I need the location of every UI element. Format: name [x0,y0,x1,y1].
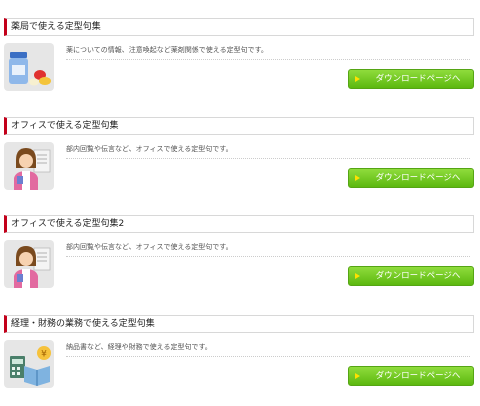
download-page-button[interactable]: ダウンロードページへ [348,69,474,89]
section-title[interactable]: オフィスで使える定型句集2 [4,215,474,233]
section-description: 納品書など、経理や財務で使える定型句です。 [66,342,470,357]
button-label: ダウンロードページへ [375,173,461,183]
section-title[interactable]: 薬局で使える定型句集 [4,18,474,36]
button-label: ダウンロードページへ [375,371,461,381]
accounting-book-icon: ¥ [4,340,54,388]
office-woman-icon [4,240,54,288]
play-arrow-icon [355,373,360,379]
button-label: ダウンロードページへ [375,271,461,281]
svg-text:¥: ¥ [41,350,47,360]
button-label: ダウンロードページへ [375,74,461,84]
download-page-button[interactable]: ダウンロードページへ [348,366,474,386]
section-description: 部内回覧や伝言など、オフィスで使える定型句です。 [66,144,470,159]
section-description: 薬についての情報、注意喚起など薬剤関係で使える定型句です。 [66,45,470,60]
section-title[interactable]: 経理・財務の業務で使える定型句集 [4,315,474,333]
download-page-button[interactable]: ダウンロードページへ [348,168,474,188]
office-woman-icon [4,142,54,190]
play-arrow-icon [355,273,360,279]
download-page-button[interactable]: ダウンロードページへ [348,266,474,286]
play-arrow-icon [355,76,360,82]
medicine-bottle-icon [4,43,54,91]
play-arrow-icon [355,175,360,181]
section-title[interactable]: オフィスで使える定型句集 [4,117,474,135]
section-description: 部内回覧や伝言など、オフィスで使える定型句です。 [66,242,470,257]
